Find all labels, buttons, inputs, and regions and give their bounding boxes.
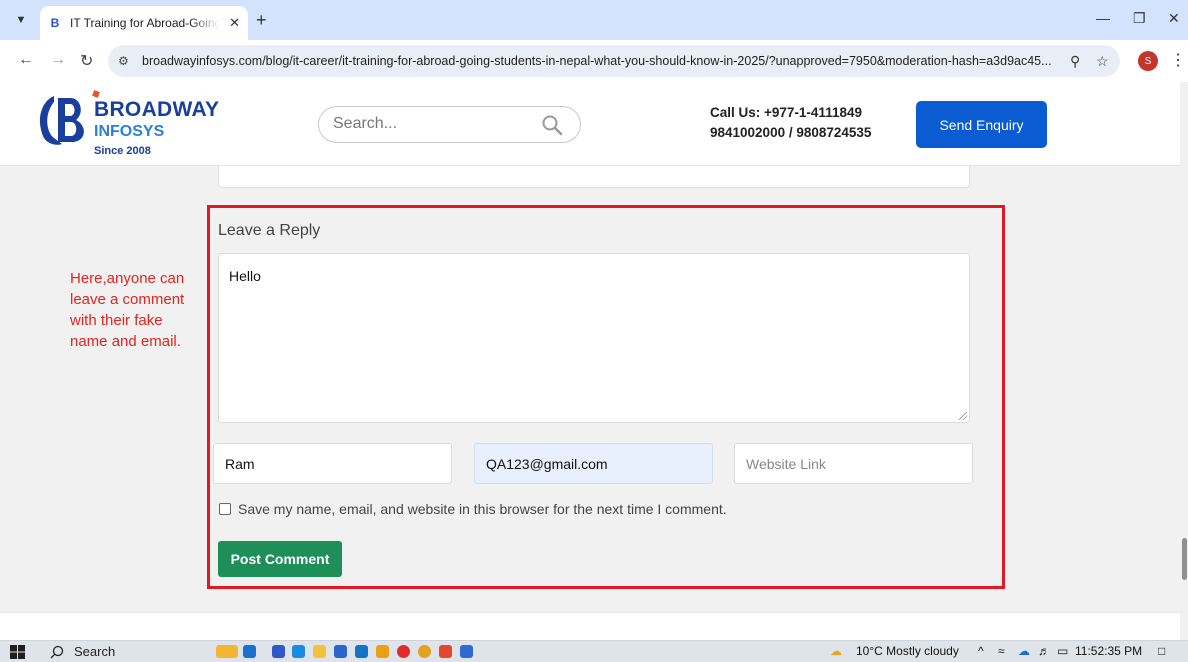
new-tab-icon[interactable]: + bbox=[256, 11, 267, 29]
name-field[interactable]: Ram bbox=[213, 443, 452, 484]
previous-field-edge bbox=[218, 166, 970, 188]
copilot-app-icon[interactable] bbox=[272, 645, 285, 658]
email-value: QA123@gmail.com bbox=[486, 455, 608, 472]
os-taskbar: Search ☁ 10°C Mostly cloudy ^ ≈ ☁ ♬ ▭ 11… bbox=[0, 640, 1188, 662]
mail-app-icon[interactable] bbox=[355, 645, 368, 658]
browser-tab-strip: ▼ B IT Training for Abroad-Going St ✕ + … bbox=[0, 0, 1188, 40]
address-bar[interactable]: ⚙ broadwayinfosys.com/blog/it-career/it-… bbox=[108, 45, 1120, 77]
windows-start-icon[interactable] bbox=[10, 645, 25, 659]
reload-icon[interactable]: ↻ bbox=[80, 51, 93, 71]
page-viewport: BROADWAY INFOSYS Since 2008 Call Us: +97… bbox=[0, 82, 1180, 640]
site-favicon-icon: B bbox=[50, 16, 60, 30]
page-scrollbar[interactable] bbox=[1180, 82, 1188, 640]
scrollbar-thumb[interactable] bbox=[1182, 538, 1187, 580]
name-value: Ram bbox=[225, 455, 255, 472]
sublime-app-icon[interactable] bbox=[376, 645, 389, 658]
back-icon[interactable]: ← bbox=[18, 51, 34, 69]
site-search bbox=[318, 106, 581, 143]
save-info-row: Save my name, email, and website in this… bbox=[219, 501, 727, 517]
opera-app-icon[interactable] bbox=[397, 645, 410, 658]
volume-icon[interactable]: ♬ bbox=[1038, 644, 1050, 658]
site-header: BROADWAY INFOSYS Since 2008 Call Us: +97… bbox=[0, 82, 1180, 166]
email-field[interactable]: QA123@gmail.com bbox=[474, 443, 713, 484]
edge-app-icon[interactable] bbox=[292, 645, 305, 658]
site-info-icon[interactable]: ⚙ bbox=[118, 54, 142, 68]
browser-menu-icon[interactable]: ⋮ bbox=[1170, 50, 1186, 70]
tab-title: IT Training for Abroad-Going St bbox=[70, 16, 220, 30]
window-close-icon[interactable]: ✕ bbox=[1168, 10, 1180, 27]
page-footer-edge bbox=[0, 612, 1180, 640]
save-info-label: Save my name, email, and website in this… bbox=[238, 501, 727, 517]
browser-toolbar: ← → ↻ ⚙ broadwayinfosys.com/blog/it-care… bbox=[0, 40, 1188, 82]
comment-textarea[interactable]: Hello bbox=[218, 253, 970, 423]
file-explorer-app-icon[interactable] bbox=[313, 645, 326, 658]
taskview-app-icon[interactable] bbox=[243, 645, 256, 658]
broadway-logo-icon[interactable] bbox=[32, 92, 92, 148]
bookmark-star-icon[interactable]: ☆ bbox=[1096, 53, 1109, 70]
weather-icon[interactable]: ☁ bbox=[830, 644, 842, 658]
tab-search-chevron-icon[interactable]: ▼ bbox=[8, 9, 34, 31]
url-text: broadwayinfosys.com/blog/it-career/it-tr… bbox=[142, 54, 1052, 68]
reply-heading: Leave a Reply bbox=[218, 222, 321, 239]
taskbar-search-label: Search bbox=[74, 644, 116, 659]
resize-grip-icon[interactable] bbox=[959, 412, 967, 420]
clock-text[interactable]: 11:52:35 PM bbox=[1075, 644, 1142, 658]
phone-numbers: 9841002000 / 9808724535 bbox=[710, 125, 872, 140]
website-field[interactable]: Website Link bbox=[734, 443, 973, 484]
browser-tab[interactable]: B IT Training for Abroad-Going St ✕ bbox=[40, 6, 248, 40]
logo-accent-dot bbox=[92, 90, 100, 98]
comment-text: Hello bbox=[229, 268, 261, 284]
chrome-app-icon[interactable] bbox=[418, 645, 431, 658]
call-us-text: Call Us: +977-1-4111849 bbox=[710, 105, 862, 120]
weather-text[interactable]: 10°C Mostly cloudy bbox=[856, 644, 959, 658]
tab-close-icon[interactable]: ✕ bbox=[229, 15, 240, 31]
xampp-app-icon[interactable] bbox=[439, 645, 452, 658]
profile-avatar[interactable]: S bbox=[1138, 51, 1158, 71]
store-app-icon[interactable] bbox=[334, 645, 347, 658]
widgets-app-icon[interactable] bbox=[216, 645, 238, 658]
logo-since: Since 2008 bbox=[94, 145, 151, 157]
send-enquiry-button[interactable]: Send Enquiry bbox=[916, 101, 1047, 148]
search-input[interactable] bbox=[333, 115, 533, 133]
minimize-icon[interactable]: — bbox=[1096, 10, 1110, 26]
save-info-checkbox[interactable] bbox=[219, 503, 231, 515]
logo-wordmark: BROADWAY bbox=[94, 98, 220, 121]
post-comment-button[interactable]: Post Comment bbox=[218, 541, 342, 577]
wifi-icon[interactable]: ≈ bbox=[998, 644, 1005, 658]
taskbar-search-icon bbox=[50, 645, 64, 658]
onedrive-icon[interactable]: ☁ bbox=[1018, 644, 1030, 658]
zoom-icon[interactable]: ⚲ bbox=[1070, 53, 1080, 70]
website-placeholder: Website Link bbox=[746, 455, 826, 472]
forward-icon[interactable]: → bbox=[50, 51, 66, 69]
tray-chevron-icon[interactable]: ^ bbox=[978, 644, 984, 658]
battery-icon[interactable]: ▭ bbox=[1057, 644, 1068, 658]
logo-subtitle: INFOSYS bbox=[94, 123, 165, 140]
restore-icon[interactable]: ❐ bbox=[1133, 10, 1146, 27]
notifications-icon[interactable]: □ bbox=[1158, 644, 1165, 658]
search-icon[interactable] bbox=[541, 114, 563, 136]
word-app-icon[interactable] bbox=[460, 645, 473, 658]
annotation-note: Here,anyone can leave a comment with the… bbox=[70, 270, 185, 350]
taskbar-search[interactable]: Search bbox=[50, 644, 115, 659]
